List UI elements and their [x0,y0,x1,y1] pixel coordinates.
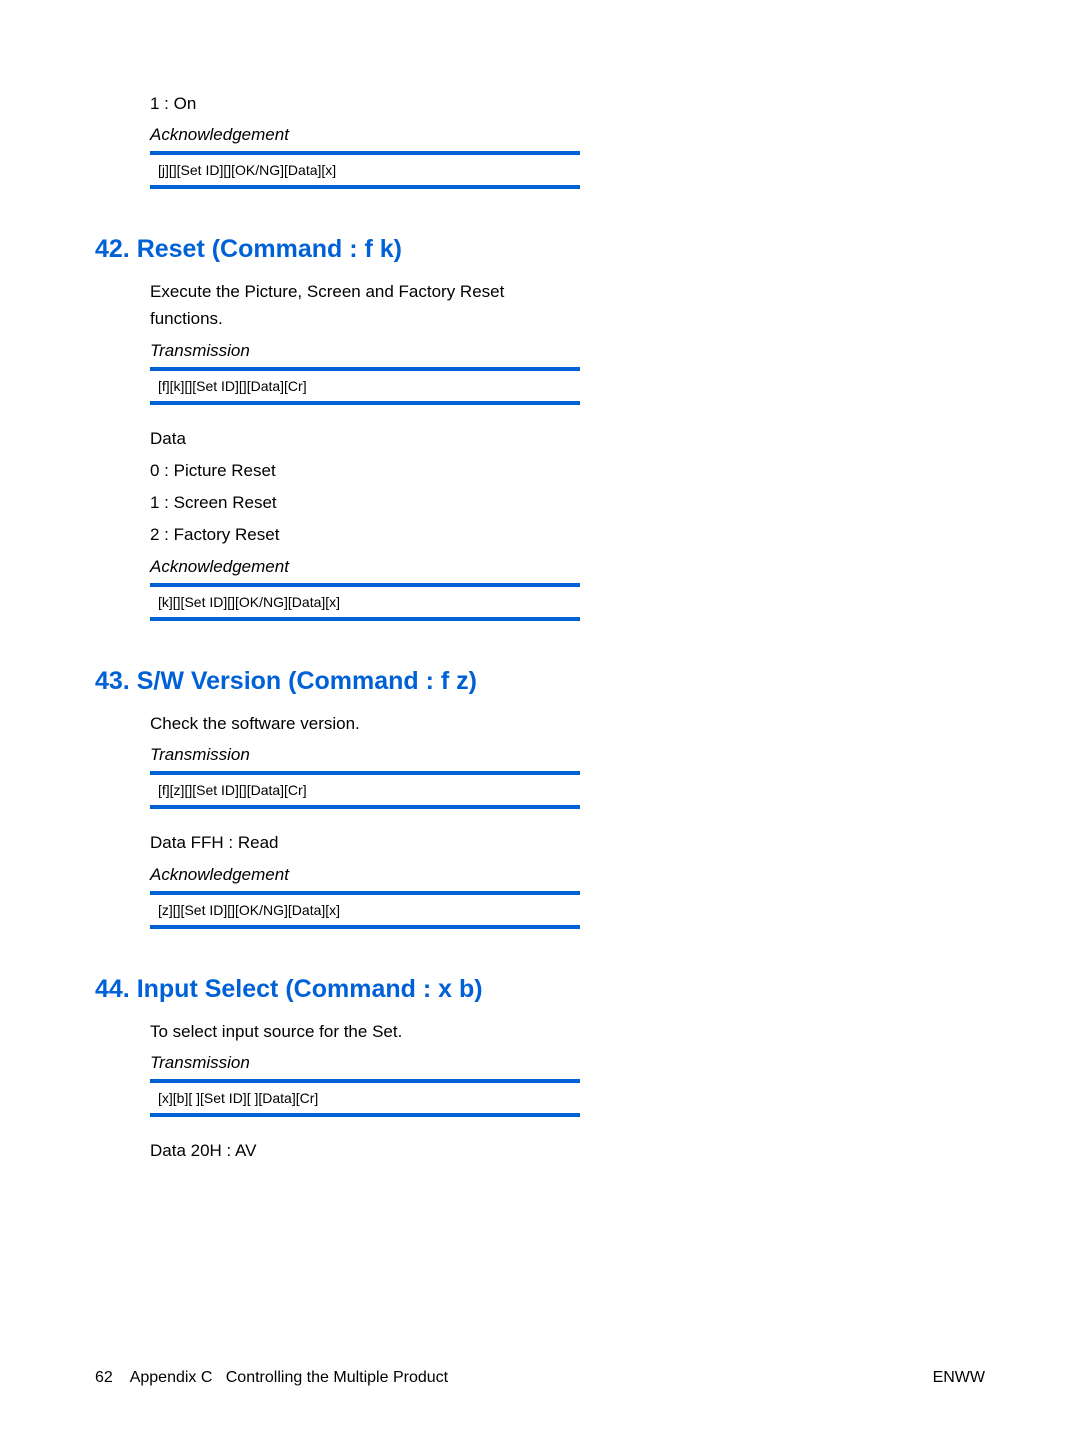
data-list-43: Data FFH : Read [150,833,580,853]
top-block: 1 : On Acknowledgement [j][][Set ID][][O… [150,90,580,189]
heading-43: 43. S/W Version (Command : f z) [95,667,985,696]
data-list-42: Data 0 : Picture Reset 1 : Screen Reset … [150,429,580,545]
data-line-43: Data FFH : Read [150,833,580,853]
ack-code-box: [j][][Set ID][][OK/NG][Data][x] [150,151,580,189]
ack-label-42: Acknowledgement [150,557,580,577]
footer-left: 62 Appendix C Controlling the Multiple P… [95,1369,448,1387]
trans-label-44: Transmission [150,1053,580,1073]
page-body: 1 : On Acknowledgement [j][][Set ID][][O… [0,0,1080,1437]
trans-label-43: Transmission [150,745,580,765]
ack-code-42: [k][][Set ID][][OK/NG][Data][x] [150,583,580,621]
trans-label-42: Transmission [150,341,580,361]
ack-label: Acknowledgement [150,125,580,145]
ack-code-43: [z][][Set ID][][OK/NG][Data][x] [150,891,580,929]
section-44-body: To select input source for the Set. Tran… [150,1018,580,1161]
desc-44: To select input source for the Set. [150,1018,580,1045]
page-footer: 62 Appendix C Controlling the Multiple P… [95,1369,985,1387]
data-list-44: Data 20H : AV [150,1141,580,1161]
desc-42: Execute the Picture, Screen and Factory … [150,278,580,332]
data-0-42: 0 : Picture Reset [150,461,580,481]
footer-right: ENWW [933,1369,985,1387]
desc-43: Check the software version. [150,710,580,737]
heading-44: 44. Input Select (Command : x b) [95,975,985,1004]
trans-code-42: [f][k][][Set ID][][Data][Cr] [150,367,580,405]
trans-code-44: [x][b][ ][Set ID][ ][Data][Cr] [150,1079,580,1117]
data-1-42: 1 : Screen Reset [150,493,580,513]
ack-label-43: Acknowledgement [150,865,580,885]
on-text: 1 : On [150,90,580,117]
data-2-42: 2 : Factory Reset [150,525,580,545]
data-label-42: Data [150,429,580,449]
trans-code-43: [f][z][][Set ID][][Data][Cr] [150,771,580,809]
data-line-44: Data 20H : AV [150,1141,580,1161]
section-42-body: Execute the Picture, Screen and Factory … [150,278,580,620]
heading-42: 42. Reset (Command : f k) [95,235,985,264]
section-43-body: Check the software version. Transmission… [150,710,580,929]
